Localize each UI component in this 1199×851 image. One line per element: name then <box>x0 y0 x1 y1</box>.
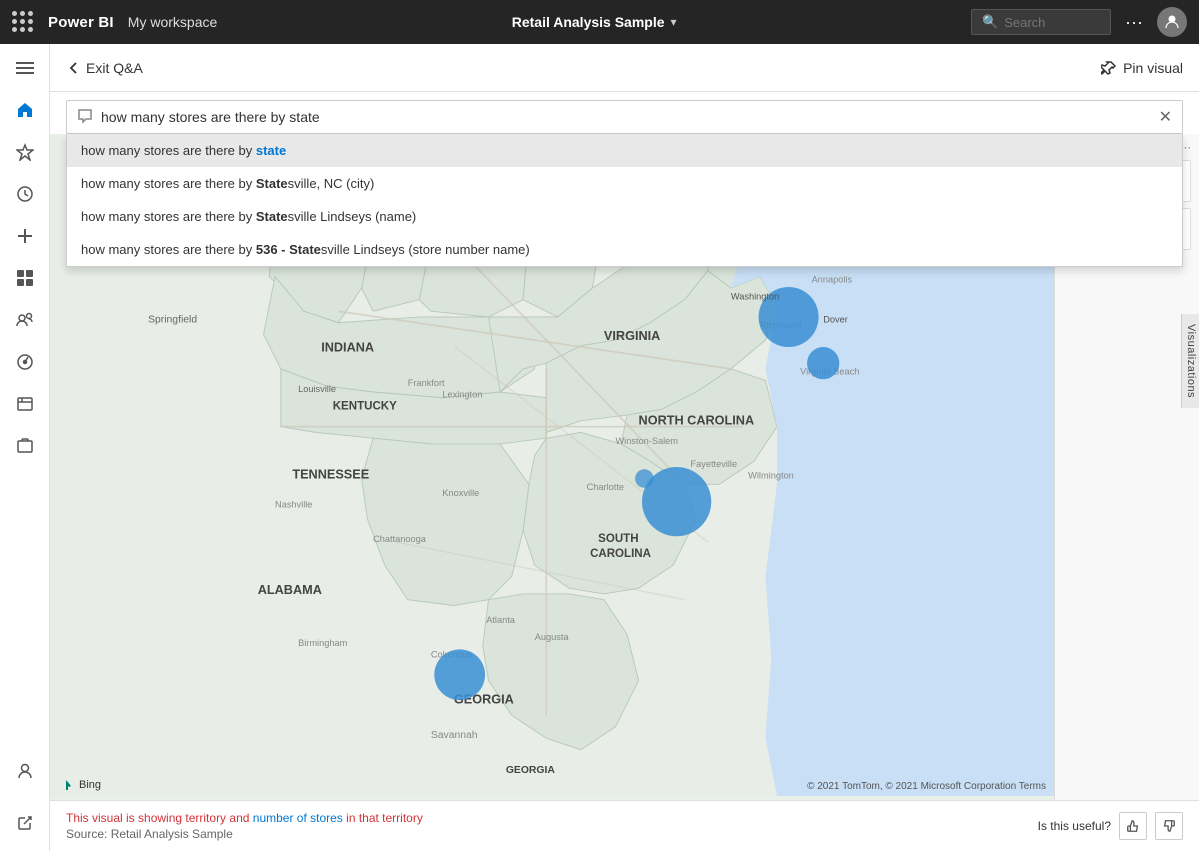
suggestion-item-3[interactable]: how many stores are there by 536 - State… <box>67 233 1182 266</box>
bottom-info-text2: and <box>226 811 253 825</box>
more-options-button[interactable]: ··· <box>1125 12 1143 33</box>
suggestion-text-0: how many stores are there by state <box>81 143 286 158</box>
svg-text:Wilmington: Wilmington <box>748 471 794 481</box>
qa-suggestions-dropdown: how many stores are there by state how m… <box>66 134 1183 267</box>
svg-text:Charlotte: Charlotte <box>587 482 624 492</box>
svg-text:Frankfort: Frankfort <box>408 378 445 388</box>
workspace-label[interactable]: My workspace <box>128 14 217 30</box>
sidebar-item-profile[interactable] <box>3 751 47 791</box>
suggestion-item-0[interactable]: how many stores are there by state <box>67 134 1182 167</box>
sidebar-item-create[interactable] <box>3 216 47 256</box>
svg-text:Augusta: Augusta <box>535 632 570 642</box>
svg-text:TENNESSEE: TENNESSEE <box>292 468 369 482</box>
sidebar-item-apps[interactable] <box>3 258 47 298</box>
bing-logo: Bing <box>62 778 101 792</box>
bing-text: Bing <box>79 779 101 791</box>
thumbs-up-button[interactable] <box>1119 812 1147 840</box>
bottom-right: Is this useful? <box>1038 812 1183 840</box>
svg-text:Springfield: Springfield <box>148 315 197 326</box>
svg-text:Dover: Dover <box>823 315 848 325</box>
pin-visual-label: Pin visual <box>1123 60 1183 76</box>
map-copyright[interactable]: © 2021 TomTom, © 2021 Microsoft Corporat… <box>807 781 1046 792</box>
suggestion-text-1: how many stores are there by Statesville… <box>81 176 374 191</box>
pin-visual-button[interactable]: Pin visual <box>1101 60 1183 76</box>
qa-search-input[interactable] <box>101 109 1151 125</box>
qa-chat-icon <box>77 108 93 127</box>
svg-text:Lexington: Lexington <box>442 390 482 400</box>
qa-clear-button[interactable]: ✕ <box>1159 107 1172 127</box>
bottom-bar: This visual is showing territory and num… <box>50 800 1199 851</box>
svg-text:Atlanta: Atlanta <box>486 615 516 625</box>
svg-text:GEORGIA: GEORGIA <box>506 765 556 776</box>
user-avatar[interactable] <box>1157 7 1187 37</box>
suggestion-text-2: how many stores are there by Statesville… <box>81 209 416 224</box>
bottom-source: Source: Retail Analysis Sample <box>66 827 423 841</box>
search-box[interactable]: 🔍 <box>971 9 1111 35</box>
subheader-bar: Exit Q&A Pin visual <box>50 44 1199 92</box>
sidebar-item-shared[interactable] <box>3 300 47 340</box>
svg-text:Birmingham: Birmingham <box>298 638 348 648</box>
sidebar-item-learn[interactable] <box>3 384 47 424</box>
sidebar <box>0 44 50 851</box>
suggestion-item-1[interactable]: how many stores are there by Statesville… <box>67 167 1182 200</box>
svg-text:Knoxville: Knoxville <box>442 488 479 498</box>
svg-text:Chattanooga: Chattanooga <box>373 534 427 544</box>
svg-text:Washington: Washington <box>731 292 779 302</box>
brand-logo: Power BI <box>48 14 114 31</box>
svg-text:NORTH CAROLINA: NORTH CAROLINA <box>639 413 755 427</box>
svg-text:Winston-Salem: Winston-Salem <box>615 436 678 446</box>
svg-text:Fayetteville: Fayetteville <box>690 459 737 469</box>
svg-text:VIRGINIA: VIRGINIA <box>604 329 660 343</box>
report-title: Retail Analysis Sample <box>512 14 665 30</box>
exit-qa-button[interactable]: Exit Q&A <box>66 60 143 76</box>
main-content: Exit Q&A Pin visual ✕ how many stores ar… <box>50 44 1199 851</box>
bottom-info: This visual is showing territory and num… <box>66 811 423 841</box>
svg-text:ALABAMA: ALABAMA <box>258 583 322 597</box>
visualizations-tab[interactable]: Visualizations <box>1181 314 1199 408</box>
svg-text:Louisville: Louisville <box>298 384 336 394</box>
suggestion-text-3: how many stores are there by 536 - State… <box>81 242 530 257</box>
sidebar-item-external[interactable] <box>3 803 47 843</box>
svg-text:Annapolis: Annapolis <box>812 274 853 284</box>
useful-label: Is this useful? <box>1038 819 1111 833</box>
sidebar-item-menu[interactable] <box>3 48 47 88</box>
thumbs-down-button[interactable] <box>1155 812 1183 840</box>
bottom-info-text3: in that territory <box>343 811 423 825</box>
svg-text:SOUTH: SOUTH <box>598 533 638 545</box>
svg-text:KENTUCKY: KENTUCKY <box>333 400 397 412</box>
svg-text:CAROLINA: CAROLINA <box>590 548 652 560</box>
topbar: Power BI My workspace Retail Analysis Sa… <box>0 0 1199 44</box>
search-input[interactable] <box>1004 15 1100 30</box>
svg-text:Nashville: Nashville <box>275 499 312 509</box>
exit-qa-label: Exit Q&A <box>86 60 143 76</box>
svg-text:Savannah: Savannah <box>431 730 478 741</box>
app-launcher-button[interactable] <box>12 11 34 33</box>
bottom-stores-text: number of stores <box>253 811 343 825</box>
bottom-info-text: This visual is showing <box>66 811 185 825</box>
suggestion-item-2[interactable]: how many stores are there by Statesville… <box>67 200 1182 233</box>
title-chevron-icon[interactable]: ▾ <box>671 15 677 29</box>
qa-area: ✕ how many stores are there by state how… <box>50 92 1199 134</box>
svg-text:INDIANA: INDIANA <box>321 341 374 355</box>
sidebar-item-home[interactable] <box>3 90 47 130</box>
bottom-territory-text: territory <box>185 811 226 825</box>
qa-input-wrap: ✕ <box>66 100 1183 134</box>
sidebar-item-metrics[interactable] <box>3 342 47 382</box>
sidebar-item-recent[interactable] <box>3 174 47 214</box>
search-icon: 🔍 <box>982 14 998 30</box>
sidebar-item-favorites[interactable] <box>3 132 47 172</box>
sidebar-item-workspaces[interactable] <box>3 426 47 466</box>
